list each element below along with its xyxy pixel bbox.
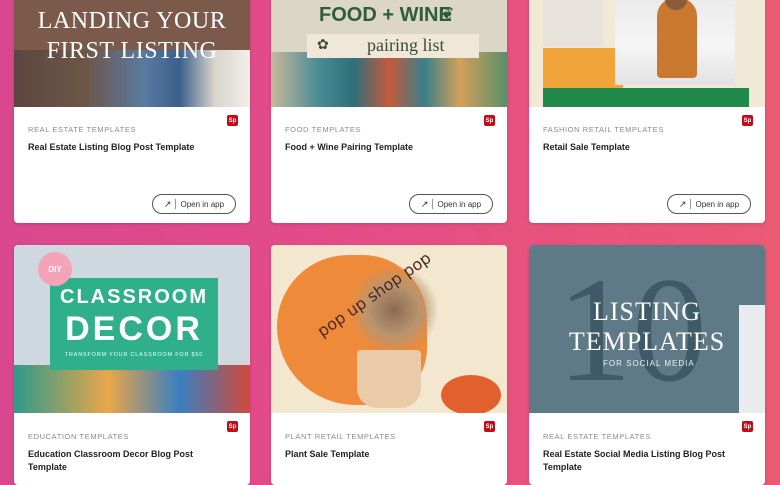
template-card-listing-social[interactable]: 10 LISTING TEMPLATES FOR SOCIAL MEDIA RE…: [529, 245, 765, 485]
card-title: Real Estate Social Media Listing Blog Po…: [543, 449, 726, 472]
template-thumbnail[interactable]: 10 LISTING TEMPLATES FOR SOCIAL MEDIA: [529, 245, 765, 413]
model-figure: [657, 0, 697, 78]
thumbnail-heading-1: CLASSROOM: [60, 286, 208, 308]
card-title: Food + Wine Pairing Template: [285, 142, 414, 152]
adobe-spark-badge: Sp: [742, 115, 753, 126]
thumbnail-heading-1: LISTING: [592, 297, 702, 326]
thumbnail-heading-1: LANDING YOUR: [37, 8, 227, 34]
thumbnail-block-green: [543, 88, 749, 107]
thumbnail-heading-2: FIRST LISTING: [46, 38, 218, 64]
card-category: FASHION RETAIL TEMPLATES: [543, 125, 664, 134]
open-in-app-label: Open in app: [695, 199, 740, 209]
template-card-food-wine[interactable]: FOOD + WINE ❦ ✿ pairing list FOOD TEMPLA…: [271, 0, 507, 223]
button-divider: [175, 199, 177, 209]
template-card-real-estate-listing[interactable]: LANDING YOUR FIRST LISTING REAL ESTATE T…: [14, 0, 250, 223]
template-thumbnail[interactable]: pop up shop pop: [271, 245, 507, 413]
template-thumbnail[interactable]: LANDING YOUR FIRST LISTING: [14, 0, 250, 107]
card-title: Education Classroom Decor Blog Post Temp…: [28, 449, 194, 472]
adobe-spark-badge: Sp: [484, 115, 495, 126]
thumbnail-photo-left: [543, 0, 603, 46]
card-title: Plant Sale Template: [285, 449, 370, 459]
card-category: REAL ESTATE TEMPLATES: [543, 432, 652, 441]
adobe-spark-badge: Sp: [484, 421, 495, 432]
thumbnail-badge-text: DIY: [48, 264, 62, 274]
template-card-retail-sale[interactable]: FASHION RETAIL TEMPLATES Sp Retail Sale …: [529, 0, 765, 223]
open-in-app-label: Open in app: [437, 199, 482, 209]
card-category: PLANT RETAIL TEMPLATES: [285, 432, 396, 441]
thumbnail-subheading: FOR SOCIAL MEDIA: [603, 359, 695, 368]
thumbnail-block-orange: [543, 48, 623, 88]
card-title: Real Estate Listing Blog Post Template: [28, 142, 195, 152]
card-category: REAL ESTATE TEMPLATES: [28, 125, 137, 134]
thumbnail-label-box: ✿ pairing list: [307, 34, 479, 58]
card-category: EDUCATION TEMPLATES: [28, 432, 129, 441]
template-thumbnail[interactable]: FOOD + WINE ❦ ✿ pairing list: [271, 0, 507, 107]
thumbnail-heading-1: FOOD + WINE: [319, 4, 452, 26]
template-thumbnail[interactable]: CLASSROOM DECOR TRANSFORM YOUR CLASSROOM…: [14, 245, 250, 413]
thumbnail-blob-2: [441, 375, 501, 413]
template-card-plant-sale[interactable]: pop up shop pop PLANT RETAIL TEMPLATES S…: [271, 245, 507, 485]
open-in-app-icon: ↗: [163, 198, 172, 209]
button-divider: [432, 199, 434, 209]
adobe-spark-badge: Sp: [227, 115, 238, 126]
leaf-icon: ❦: [441, 6, 455, 23]
open-in-app-button[interactable]: ↗ Open in app: [409, 194, 493, 214]
open-in-app-icon: ↗: [678, 198, 687, 209]
thumbnail-heading-2: DECOR: [65, 310, 203, 348]
open-in-app-button[interactable]: ↗ Open in app: [152, 194, 236, 214]
open-in-app-label: Open in app: [180, 199, 225, 209]
thumbnail-heading-2: TEMPLATES: [568, 327, 726, 356]
thumbnail-subheading: TRANSFORM YOUR CLASSROOM FOR $50: [64, 352, 204, 358]
open-in-app-button[interactable]: ↗ Open in app: [667, 194, 751, 214]
thumbnail-banner: CLASSROOM DECOR TRANSFORM YOUR CLASSROOM…: [50, 278, 218, 370]
thumbnail-plant-pot: [357, 350, 421, 408]
flower-icon: ✿: [317, 36, 329, 52]
adobe-spark-badge: Sp: [227, 421, 238, 432]
thumbnail-diy-badge: DIY: [38, 252, 72, 286]
card-title: Retail Sale Template: [543, 142, 630, 152]
template-card-classroom-decor[interactable]: CLASSROOM DECOR TRANSFORM YOUR CLASSROOM…: [14, 245, 250, 485]
card-category: FOOD TEMPLATES: [285, 125, 362, 134]
thumbnail-heading-2: pairing list: [367, 35, 445, 55]
open-in-app-icon: ↗: [420, 198, 429, 209]
thumbnail-photo: [271, 52, 507, 107]
adobe-spark-badge: Sp: [742, 421, 753, 432]
thumbnail-photo-floor: [14, 365, 250, 413]
button-divider: [690, 199, 692, 209]
template-thumbnail[interactable]: [529, 0, 765, 107]
thumbnail-photo: [615, 0, 735, 85]
